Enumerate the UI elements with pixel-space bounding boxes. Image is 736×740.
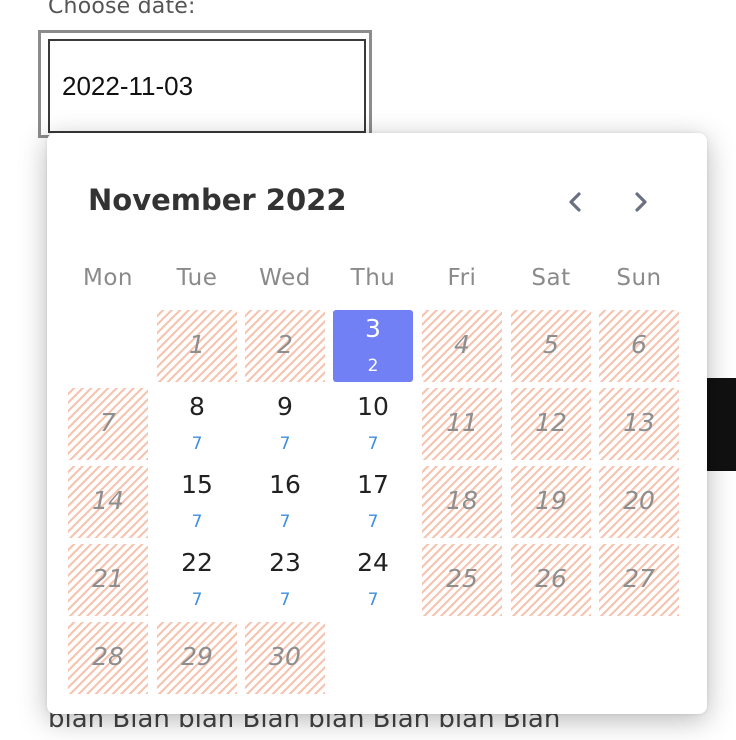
day-number: 13 bbox=[623, 408, 655, 437]
day-number: 6 bbox=[631, 330, 647, 359]
availability-count: 2 bbox=[367, 356, 379, 376]
day-number: 7 bbox=[100, 408, 116, 437]
day-number: 21 bbox=[92, 564, 124, 593]
day-number: 10 bbox=[357, 392, 389, 421]
day-25: 25 bbox=[422, 544, 502, 616]
day-number: 2 bbox=[277, 330, 293, 359]
day-number: 23 bbox=[269, 548, 301, 577]
day-number: 24 bbox=[357, 548, 389, 577]
day-number: 18 bbox=[446, 486, 478, 515]
day-13: 13 bbox=[599, 388, 679, 460]
day-number: 11 bbox=[446, 408, 478, 437]
day-number: 14 bbox=[92, 486, 124, 515]
day-16[interactable]: 16 7 bbox=[245, 466, 325, 538]
day-26: 26 bbox=[511, 544, 591, 616]
day-9[interactable]: 97 bbox=[245, 388, 325, 460]
day-number: 12 bbox=[535, 408, 567, 437]
availability-count: 7 bbox=[191, 590, 203, 610]
day-17[interactable]: 17 7 bbox=[333, 466, 413, 538]
month-title: November 2022 bbox=[88, 183, 347, 217]
day-number: 26 bbox=[535, 564, 567, 593]
day-number: 9 bbox=[277, 392, 293, 421]
day-19: 19 bbox=[511, 466, 591, 538]
availability-count: 7 bbox=[279, 512, 291, 532]
day-number: 30 bbox=[269, 642, 301, 671]
day-1: 1 bbox=[157, 310, 237, 382]
weekday-thu: Thu bbox=[350, 265, 396, 291]
day-8[interactable]: 87 bbox=[157, 388, 237, 460]
day-number: 5 bbox=[543, 330, 559, 359]
day-number: 25 bbox=[446, 564, 478, 593]
day-number: 4 bbox=[454, 330, 470, 359]
day-number: 19 bbox=[535, 486, 567, 515]
day-29: 29 bbox=[157, 622, 237, 694]
day-number: 15 bbox=[181, 470, 213, 499]
day-6: 6 bbox=[599, 310, 679, 382]
weekday-fri: Fri bbox=[447, 265, 477, 291]
day-21: 21 bbox=[68, 544, 148, 616]
day-7: 7 bbox=[68, 388, 148, 460]
day-number: 20 bbox=[623, 486, 655, 515]
day-number: 22 bbox=[181, 548, 213, 577]
day-number: 17 bbox=[357, 470, 389, 499]
day-10[interactable]: 10 7 bbox=[333, 388, 413, 460]
availability-count: 7 bbox=[367, 590, 379, 610]
availability-count: 7 bbox=[367, 512, 379, 532]
availability-count: 7 bbox=[367, 434, 379, 454]
day-number: 3 bbox=[365, 314, 381, 343]
day-30: 30 bbox=[245, 622, 325, 694]
weekday-sun: Sun bbox=[616, 265, 662, 291]
day-number: 27 bbox=[623, 564, 655, 593]
day-11: 11 bbox=[422, 388, 502, 460]
weekday-tue: Tue bbox=[176, 265, 218, 291]
day-3[interactable]: 32 bbox=[333, 310, 413, 382]
date-picker-popup: November 2022 Mon Tue Wed Thu Fri Sat Sun 1232… bbox=[47, 133, 707, 714]
weekday-mon: Mon bbox=[83, 265, 133, 291]
weekday-wed: Wed bbox=[259, 265, 311, 291]
availability-count: 7 bbox=[279, 434, 291, 454]
next-month-button[interactable] bbox=[623, 185, 657, 219]
day-20: 20 bbox=[599, 466, 679, 538]
day-number: 16 bbox=[269, 470, 301, 499]
day-23[interactable]: 23 7 bbox=[245, 544, 325, 616]
availability-count: 7 bbox=[191, 512, 203, 532]
day-number: 8 bbox=[189, 392, 205, 421]
chevron-left-icon bbox=[559, 185, 593, 219]
weekday-sat: Sat bbox=[531, 265, 571, 291]
day-14: 14 bbox=[68, 466, 148, 538]
chevron-right-icon bbox=[623, 185, 657, 219]
availability-count: 7 bbox=[191, 434, 203, 454]
availability-count: 7 bbox=[279, 590, 291, 610]
day-27: 27 bbox=[599, 544, 679, 616]
day-18: 18 bbox=[422, 466, 502, 538]
day-number: 28 bbox=[92, 642, 124, 671]
day-number: 1 bbox=[189, 330, 205, 359]
date-input[interactable] bbox=[48, 39, 366, 133]
day-12: 12 bbox=[511, 388, 591, 460]
day-5: 5 bbox=[511, 310, 591, 382]
day-2: 2 bbox=[245, 310, 325, 382]
day-24[interactable]: 24 7 bbox=[333, 544, 413, 616]
date-field-label: Choose date: bbox=[48, 0, 196, 19]
day-22[interactable]: 22 7 bbox=[157, 544, 237, 616]
day-4: 4 bbox=[422, 310, 502, 382]
day-number: 29 bbox=[181, 642, 213, 671]
day-28: 28 bbox=[68, 622, 148, 694]
prev-month-button[interactable] bbox=[559, 185, 593, 219]
day-15[interactable]: 15 7 bbox=[157, 466, 237, 538]
